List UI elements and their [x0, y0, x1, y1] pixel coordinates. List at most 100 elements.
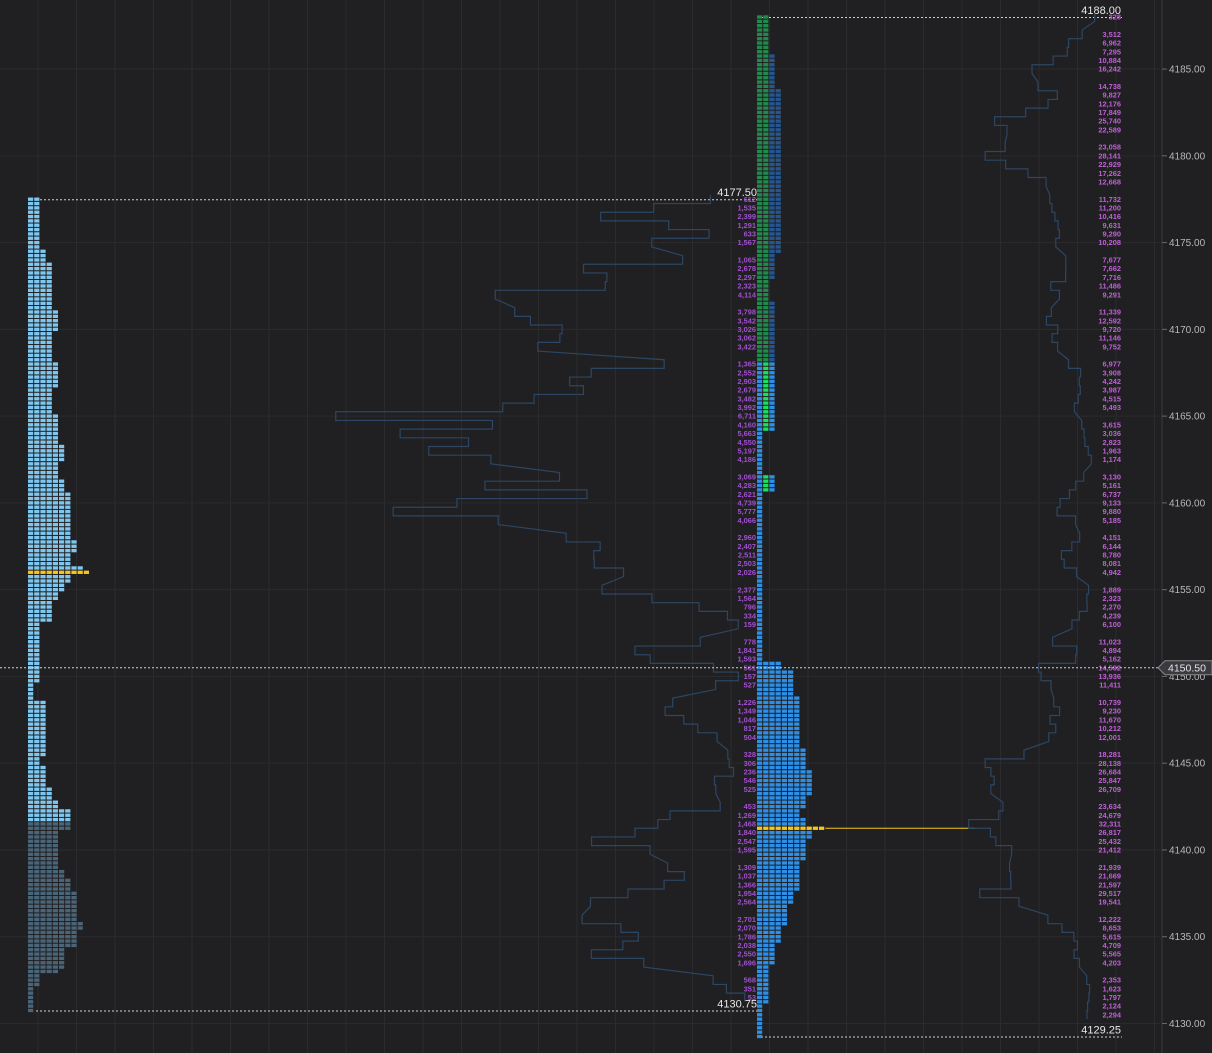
tpo-block [775, 713, 781, 718]
tpo-block [757, 822, 763, 826]
tpo-block [40, 470, 46, 475]
tpo-block [757, 219, 763, 223]
market-profile-chart[interactable]: 4130.00 4135.00 4140.00 4145.00 4150.00 4155.… [0, 0, 1212, 1053]
tpo-block [757, 106, 763, 110]
tpo-block [763, 869, 769, 874]
tpo-block [34, 266, 40, 271]
tpo-block [40, 427, 46, 431]
tpo-block [59, 943, 65, 948]
tpo-block [794, 800, 800, 804]
chart-canvas[interactable]: 4130.004135.004140.004145.004150.004155.… [0, 0, 1212, 1053]
tpo-block [34, 791, 40, 796]
tpo-block [775, 670, 781, 674]
tpo-block [34, 978, 40, 982]
tpo-block [40, 453, 46, 457]
tpo-block [788, 765, 794, 770]
tpo-block [52, 922, 58, 926]
tpo-block [46, 882, 52, 887]
tpo-block [52, 505, 58, 509]
tpo-block [769, 232, 775, 236]
tpo-block [763, 115, 769, 119]
tpo-block [52, 817, 58, 822]
tpo-block [757, 193, 763, 197]
tpo-block [781, 696, 787, 700]
tpo-block [794, 822, 800, 826]
right-volume-label: 26,684 [1098, 767, 1121, 776]
tpo-block [40, 488, 46, 492]
tpo-block [40, 353, 46, 358]
tpo-block [757, 266, 763, 271]
tpo-block [40, 258, 46, 262]
tpo-block [757, 757, 763, 761]
tpo-block [46, 397, 52, 401]
tpo-block [763, 149, 769, 154]
tpo-block [28, 592, 34, 596]
tpo-block [800, 848, 806, 852]
tpo-block [775, 110, 781, 115]
tpo-block [769, 909, 775, 913]
tpo-block [40, 522, 46, 527]
tpo-block [46, 336, 52, 340]
tpo-block [46, 913, 52, 917]
tpo-block [800, 800, 806, 804]
left-volume-label: 5,777 [738, 507, 757, 516]
tpo-block [769, 913, 775, 917]
tpo-block [46, 345, 52, 349]
tpo-block [769, 210, 775, 214]
tpo-block [71, 930, 77, 935]
tpo-block [34, 657, 40, 661]
tpo-block [46, 813, 52, 817]
tpo-block [757, 180, 763, 184]
tpo-block [757, 587, 763, 592]
left-volume-label: 334 [744, 611, 757, 620]
tpo-block [769, 917, 775, 922]
right-volume-label: 22,589 [1098, 125, 1121, 134]
tpo-block [71, 566, 77, 570]
tpo-block [757, 431, 763, 436]
tpo-block [34, 765, 40, 770]
tpo-block [40, 705, 46, 709]
tpo-block [788, 692, 794, 696]
tpo-block [40, 817, 46, 822]
right-volume-label: 12,668 [1098, 177, 1121, 186]
tpo-block [775, 917, 781, 922]
tpo-block [775, 709, 781, 713]
right-volume-label: 28,138 [1098, 759, 1121, 768]
tpo-block [52, 436, 58, 440]
tpo-block [40, 713, 46, 718]
tpo-block [65, 878, 71, 882]
tpo-block [763, 904, 769, 909]
tpo-block [763, 292, 769, 297]
tpo-block [34, 470, 40, 475]
tpo-block [769, 89, 775, 93]
tpo-block [757, 796, 763, 800]
tpo-block [769, 145, 775, 149]
tpo-block [28, 748, 34, 752]
left-volume-label: 2,038 [738, 941, 757, 950]
tpo-block [59, 522, 65, 527]
tpo-block [28, 509, 34, 514]
right-volume-label: 10,884 [1098, 56, 1121, 65]
tpo-block [757, 249, 763, 253]
tpo-block [763, 136, 769, 141]
tpo-block [65, 566, 71, 570]
tpo-block [763, 227, 769, 232]
tpo-block [763, 418, 769, 423]
tpo-block [46, 848, 52, 852]
tpo-block [28, 444, 34, 449]
tpo-block [763, 913, 769, 917]
tpo-block [775, 809, 781, 813]
tpo-block [52, 596, 58, 601]
tpo-block [34, 965, 40, 969]
tpo-block [806, 774, 812, 778]
tpo-block [763, 965, 769, 969]
tpo-block [40, 796, 46, 800]
tpo-block [757, 479, 763, 483]
tpo-block [34, 852, 40, 856]
tpo-block [46, 614, 52, 618]
tpo-block [763, 848, 769, 852]
grid-lines [0, 0, 1160, 1053]
tpo-block [769, 713, 775, 718]
tpo-block [65, 531, 71, 535]
left-volume-label: 527 [744, 681, 756, 690]
